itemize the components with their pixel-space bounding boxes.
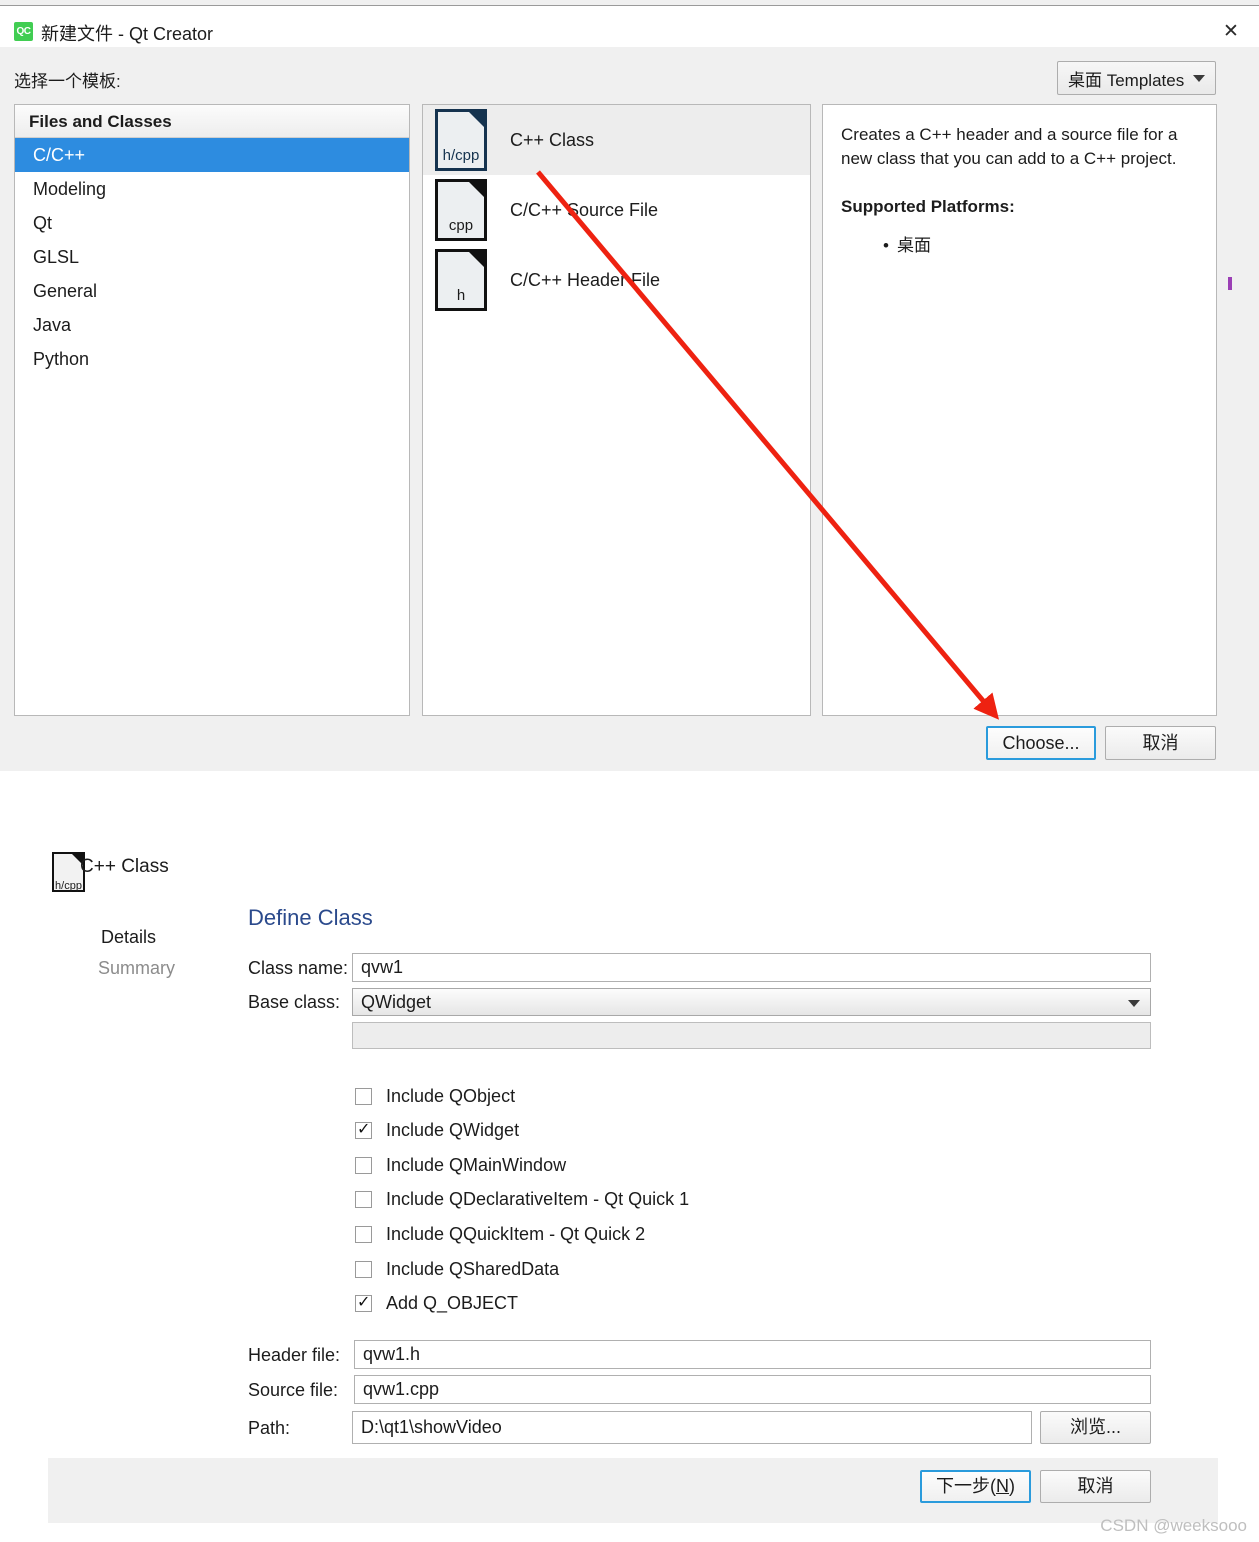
checkbox-label: Add Q_OBJECT <box>386 1293 519 1313</box>
header-file-label: Header file: <box>248 1345 341 1365</box>
templates-filter-combo[interactable]: 桌面 Templates <box>1057 61 1216 95</box>
category-item-modeling[interactable]: Modeling <box>15 172 409 206</box>
checkbox-label: Include QWidget <box>386 1120 520 1140</box>
category-item-python[interactable]: Python <box>15 342 409 376</box>
watermark: CSDN @weeksooo <box>1100 1516 1247 1535</box>
file-hcpp-icon: h/cpp <box>435 109 487 171</box>
checkbox-box <box>355 1261 372 1278</box>
template-label: C/C++ Source File <box>510 199 659 220</box>
checkbox-label: Include QDeclarativeItem - Qt Quick 1 <box>386 1189 690 1209</box>
wizard-step-details[interactable]: Details <box>101 927 156 948</box>
template-label: C++ Class <box>510 129 595 150</box>
wizard-step-summary[interactable]: Summary <box>98 958 175 979</box>
supported-platforms-heading: Supported Platforms: <box>841 196 1015 216</box>
file-icon-ext: h/cpp <box>55 880 82 892</box>
next-button-label: 下一步(N) <box>936 1476 1015 1496</box>
choose-button[interactable]: Choose... <box>986 726 1096 760</box>
source-file-label: Source file: <box>248 1380 339 1400</box>
description-text: Creates a C++ header and a source file f… <box>841 125 1178 168</box>
next-button[interactable]: 下一步(N) <box>920 1470 1031 1503</box>
page-fold-corner <box>468 111 485 128</box>
checkbox-include-qmainwindow[interactable]: Include QMainWindow <box>355 1155 566 1176</box>
browse-button[interactable]: 浏览... <box>1040 1411 1151 1444</box>
checkbox-box <box>355 1157 372 1174</box>
template-label: C/C++ Header File <box>510 269 661 290</box>
base-class-combo[interactable]: QWidget <box>352 988 1151 1016</box>
custom-base-class-input[interactable] <box>352 1022 1151 1049</box>
template-description-panel: Creates a C++ header and a source file f… <box>822 104 1217 716</box>
file-h-icon: h <box>435 249 487 311</box>
file-icon-ext: h <box>456 287 466 304</box>
checkbox-add-q-object[interactable]: Add Q_OBJECT <box>355 1292 519 1314</box>
new-file-dialog: QC 新建文件 - Qt Creator ✕ 选择一个模板: 桌面 Templa… <box>0 0 1259 771</box>
header-file-input[interactable]: qvw1.h <box>354 1340 1151 1369</box>
wizard-title: C++ Class <box>80 856 169 877</box>
category-list: Files and Classes C/C++ Modeling Qt GLSL… <box>14 104 410 716</box>
window-title: 新建文件 - Qt Creator <box>41 24 214 44</box>
checkbox-include-qquickitem[interactable]: Include QQuickItem - Qt Quick 2 <box>355 1224 645 1245</box>
chevron-down-icon <box>1193 75 1205 82</box>
page-title: Define Class <box>248 905 373 930</box>
cancel-button-bottom[interactable]: 取消 <box>1040 1470 1151 1503</box>
checkbox-include-qdeclarativeitem[interactable]: Include QDeclarativeItem - Qt Quick 1 <box>355 1189 689 1210</box>
supported-platform-item: 桌面 <box>883 231 1200 256</box>
page-fold-corner <box>468 181 485 198</box>
close-icon[interactable]: ✕ <box>1203 12 1259 52</box>
category-item-c-cpp[interactable]: C/C++ <box>15 138 409 172</box>
templates-filter-value: 桌面 Templates <box>1068 71 1185 90</box>
edge-artifact-mark <box>1228 277 1232 290</box>
template-list: h/cpp C++ Class cpp C/C++ Source File h … <box>422 104 811 716</box>
page-fold-corner <box>468 251 485 268</box>
checkbox-label: Include QMainWindow <box>386 1155 567 1175</box>
category-list-header: Files and Classes <box>15 105 409 138</box>
source-file-input[interactable]: qvw1.cpp <box>354 1375 1151 1404</box>
checkbox-box <box>355 1226 372 1243</box>
checkbox-box <box>355 1119 372 1139</box>
qt-creator-icon: QC <box>14 22 33 41</box>
path-input[interactable]: D:\qt1\showVideo <box>352 1411 1032 1444</box>
template-item-cpp-class[interactable]: h/cpp C++ Class <box>423 105 810 175</box>
template-item-cpp-source[interactable]: cpp C/C++ Source File <box>423 175 810 245</box>
path-label: Path: <box>248 1418 291 1438</box>
file-icon-ext: h/cpp <box>442 147 480 164</box>
checkbox-label: Include QObject <box>386 1086 516 1106</box>
category-item-general[interactable]: General <box>15 274 409 308</box>
select-template-label: 选择一个模板: <box>14 72 121 91</box>
category-item-qt[interactable]: Qt <box>15 206 409 240</box>
category-item-java[interactable]: Java <box>15 308 409 342</box>
checkbox-include-qshareddata[interactable]: Include QSharedData <box>355 1259 559 1280</box>
checkbox-box <box>355 1191 372 1208</box>
checkbox-label: Include QQuickItem - Qt Quick 2 <box>386 1224 646 1244</box>
dialog-titlebar: QC 新建文件 - Qt Creator ✕ <box>0 5 1259 47</box>
cancel-button-top[interactable]: 取消 <box>1105 726 1216 760</box>
checkbox-label: Include QSharedData <box>386 1259 560 1279</box>
class-name-label: Class name: <box>248 958 349 978</box>
checkbox-include-qwidget[interactable]: Include QWidget <box>355 1119 520 1141</box>
file-cpp-icon: cpp <box>435 179 487 241</box>
screenshot-root: QC 新建文件 - Qt Creator ✕ 选择一个模板: 桌面 Templa… <box>0 0 1259 1542</box>
checkbox-include-qobject[interactable]: Include QObject <box>355 1086 515 1107</box>
checkbox-box <box>355 1292 372 1312</box>
class-name-input[interactable]: qvw1 <box>352 953 1151 982</box>
base-class-label: Base class: <box>248 992 341 1012</box>
file-icon-ext: cpp <box>448 217 474 234</box>
checkbox-box <box>355 1088 372 1105</box>
base-class-value: QWidget <box>361 992 432 1012</box>
category-item-glsl[interactable]: GLSL <box>15 240 409 274</box>
template-item-cpp-header[interactable]: h C/C++ Header File <box>423 245 810 315</box>
chevron-down-icon <box>1128 1000 1140 1007</box>
